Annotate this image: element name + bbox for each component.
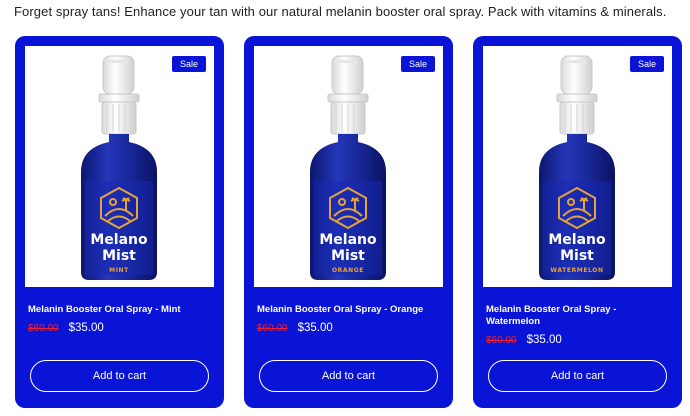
brand-name-line1: Melano: [319, 232, 377, 248]
brand-name-line1: Melano: [548, 232, 606, 248]
add-to-cart-button[interactable]: Add to cart: [488, 360, 667, 392]
product-image: Melano Mist ORANGE: [310, 55, 386, 280]
price-row: $60.00 $35.00: [28, 322, 104, 334]
product-image: Melano Mist WATERMELON: [539, 55, 615, 280]
compare-at-price: $60.00: [486, 335, 517, 346]
flavor-label: MINT: [109, 267, 129, 274]
compare-at-price: $60.00: [28, 323, 59, 334]
add-to-cart-button[interactable]: Add to cart: [259, 360, 438, 392]
product-image: Melano Mist MINT: [81, 55, 157, 280]
sale-price: $35.00: [297, 322, 333, 334]
product-media[interactable]: Melano Mist WATERMELON Sale: [483, 46, 672, 287]
sale-price: $35.00: [68, 322, 104, 334]
flavor-label: WATERMELON: [550, 267, 603, 274]
product-card[interactable]: Melano Mist MINT Sale Melanin Booster Or…: [15, 36, 224, 408]
brand-name-line2: Mist: [331, 248, 365, 264]
sale-badge: Sale: [400, 56, 435, 72]
brand-name-line2: Mist: [560, 248, 594, 264]
product-media[interactable]: Melano Mist MINT Sale: [25, 46, 214, 287]
intro-text: Forget spray tans! Enhance your tan with…: [14, 4, 667, 19]
product-title[interactable]: Melanin Booster Oral Spray - Mint: [28, 304, 213, 316]
flavor-label: ORANGE: [332, 267, 364, 274]
product-media[interactable]: Melano Mist ORANGE Sale: [254, 46, 443, 287]
price-row: $60.00 $35.00: [257, 322, 333, 334]
product-card[interactable]: Melano Mist ORANGE Sale Melanin Booster …: [244, 36, 453, 408]
product-card[interactable]: Melano Mist WATERMELON Sale Melanin Boos…: [473, 36, 682, 408]
spray-cap: [556, 55, 598, 135]
spray-cap: [98, 55, 140, 135]
product-title[interactable]: Melanin Booster Oral Spray - Orange: [257, 304, 442, 316]
sale-badge: Sale: [171, 56, 206, 72]
compare-at-price: $60.00: [257, 323, 288, 334]
add-to-cart-button[interactable]: Add to cart: [30, 360, 209, 392]
spray-cap: [327, 55, 369, 135]
price-row: $60.00 $35.00: [486, 334, 562, 346]
brand-name-line2: Mist: [102, 248, 136, 264]
product-title[interactable]: Melanin Booster Oral Spray - Watermelon: [486, 304, 671, 328]
sale-price: $35.00: [526, 334, 562, 346]
brand-name-line1: Melano: [90, 232, 148, 248]
sale-badge: Sale: [629, 56, 664, 72]
product-grid: Melano Mist MINT Sale Melanin Booster Or…: [15, 36, 682, 408]
